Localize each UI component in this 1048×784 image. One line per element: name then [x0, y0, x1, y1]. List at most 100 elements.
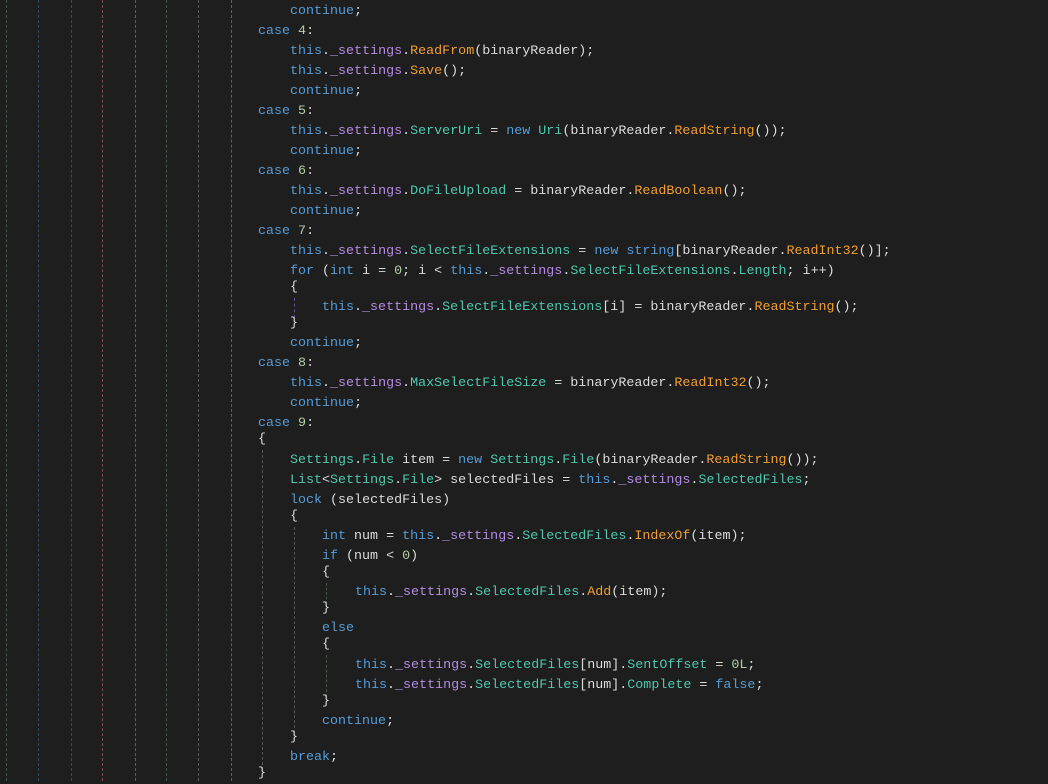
- code-line[interactable]: }: [258, 764, 266, 784]
- code-token: _settings: [330, 184, 403, 199]
- code-token: List: [290, 473, 323, 488]
- code-token: ;: [354, 336, 363, 351]
- code-token: case: [258, 416, 299, 431]
- code-line[interactable]: }: [290, 728, 298, 748]
- code-token: this: [290, 244, 323, 259]
- code-line[interactable]: this._settings.SelectFileExtensions[i] =…: [322, 298, 859, 318]
- code-line[interactable]: {: [290, 507, 298, 527]
- code-token: i =: [354, 264, 395, 279]
- code-token: :: [306, 356, 315, 371]
- code-line[interactable]: case 5:: [258, 102, 314, 122]
- code-token: this: [290, 44, 323, 59]
- code-line[interactable]: continue;: [290, 82, 362, 102]
- code-token: {: [322, 637, 331, 652]
- code-token: SelectedFiles: [522, 529, 627, 544]
- code-line[interactable]: {: [322, 563, 330, 583]
- code-token: case: [258, 24, 299, 39]
- code-line[interactable]: this._settings.Save();: [290, 62, 466, 82]
- code-token: this: [355, 678, 388, 693]
- code-token: 0: [394, 264, 403, 279]
- indent-guide-line: [326, 655, 327, 697]
- code-line[interactable]: case 9:: [258, 414, 314, 434]
- code-line[interactable]: }: [322, 692, 330, 712]
- code-token: .: [394, 473, 403, 488]
- code-token: ;: [354, 396, 363, 411]
- code-token: this: [290, 376, 323, 391]
- code-token: :: [306, 416, 315, 431]
- code-line[interactable]: this._settings.ReadFrom(binaryReader);: [290, 42, 594, 62]
- code-token: _settings: [330, 124, 403, 139]
- code-line[interactable]: continue;: [322, 712, 394, 732]
- code-token: .: [402, 184, 411, 199]
- indent-guide-line: [294, 527, 295, 733]
- code-line[interactable]: {: [290, 278, 298, 298]
- code-line[interactable]: this._settings.SelectedFiles[num].Comple…: [355, 676, 763, 696]
- code-token: [num].: [579, 658, 628, 673]
- code-token: ();: [834, 300, 859, 315]
- code-token: ;: [386, 714, 395, 729]
- code-line[interactable]: case 6:: [258, 162, 314, 182]
- code-line[interactable]: List<Settings.File> selectedFiles = this…: [290, 471, 811, 491]
- code-token: SentOffset: [627, 658, 708, 673]
- code-line[interactable]: {: [322, 635, 330, 655]
- code-token: .: [354, 453, 363, 468]
- code-line[interactable]: {: [258, 430, 266, 450]
- code-token: continue: [290, 396, 355, 411]
- code-token: [binaryReader.: [674, 244, 787, 259]
- code-line[interactable]: continue;: [290, 334, 362, 354]
- code-token: ();: [746, 376, 771, 391]
- code-token: .: [387, 658, 396, 673]
- code-token: case: [258, 224, 299, 239]
- code-line[interactable]: case 8:: [258, 354, 314, 374]
- code-token: case: [258, 356, 299, 371]
- code-token: ;: [354, 84, 363, 99]
- code-line[interactable]: this._settings.SelectFileExtensions = ne…: [290, 242, 891, 262]
- code-line[interactable]: for (int i = 0; i < this._settings.Selec…: [290, 262, 835, 282]
- code-token: 4: [298, 24, 307, 39]
- code-token: Settings: [330, 473, 395, 488]
- code-token: }: [258, 766, 267, 781]
- code-token: new: [458, 453, 491, 468]
- code-token: .: [322, 44, 331, 59]
- code-token: ServerUri: [410, 124, 483, 139]
- code-token: ;: [755, 678, 764, 693]
- code-token: (num <: [346, 549, 403, 564]
- code-token: }: [322, 694, 331, 709]
- code-token: Uri: [538, 124, 563, 139]
- code-line[interactable]: this._settings.SelectedFiles[num].SentOf…: [355, 656, 755, 676]
- code-token: ());: [786, 453, 819, 468]
- code-line[interactable]: }: [290, 314, 298, 334]
- code-token: Complete: [627, 678, 692, 693]
- code-line[interactable]: continue;: [290, 394, 362, 414]
- code-line[interactable]: this._settings.MaxSelectFileSize = binar…: [290, 374, 771, 394]
- code-token: false: [715, 678, 756, 693]
- code-token: break: [290, 750, 331, 765]
- code-token: this: [450, 264, 483, 279]
- code-token: ReadString: [754, 300, 835, 315]
- code-line[interactable]: if (num < 0): [322, 547, 418, 567]
- code-line[interactable]: case 7:: [258, 222, 314, 242]
- code-token: ; i++): [786, 264, 835, 279]
- indent-guide-line: [6, 0, 7, 781]
- code-line[interactable]: continue;: [290, 2, 362, 22]
- code-line[interactable]: }: [322, 599, 330, 619]
- indent-guide-line: [262, 450, 263, 770]
- code-line[interactable]: this._settings.ServerUri = new Uri(binar…: [290, 122, 787, 142]
- code-token: SelectFileExtensions: [410, 244, 571, 259]
- code-line[interactable]: continue;: [290, 202, 362, 222]
- code-token: (binaryReader.: [562, 124, 675, 139]
- code-token: 0L: [731, 658, 748, 673]
- code-line[interactable]: break;: [290, 748, 338, 768]
- code-line[interactable]: this._settings.SelectedFiles.Add(item);: [355, 583, 667, 603]
- code-line[interactable]: lock (selectedFiles): [290, 491, 450, 511]
- code-token: .: [322, 124, 331, 139]
- code-line[interactable]: int num = this._settings.SelectedFiles.I…: [322, 527, 746, 547]
- code-line[interactable]: Settings.File item = new Settings.File(b…: [290, 451, 819, 471]
- code-token: ReadFrom: [410, 44, 475, 59]
- code-line[interactable]: case 4:: [258, 22, 314, 42]
- code-token: for: [290, 264, 323, 279]
- code-line[interactable]: continue;: [290, 142, 362, 162]
- code-token: .: [402, 376, 411, 391]
- code-line[interactable]: this._settings.DoFileUpload = binaryRead…: [290, 182, 746, 202]
- code-token: ReadBoolean: [634, 184, 723, 199]
